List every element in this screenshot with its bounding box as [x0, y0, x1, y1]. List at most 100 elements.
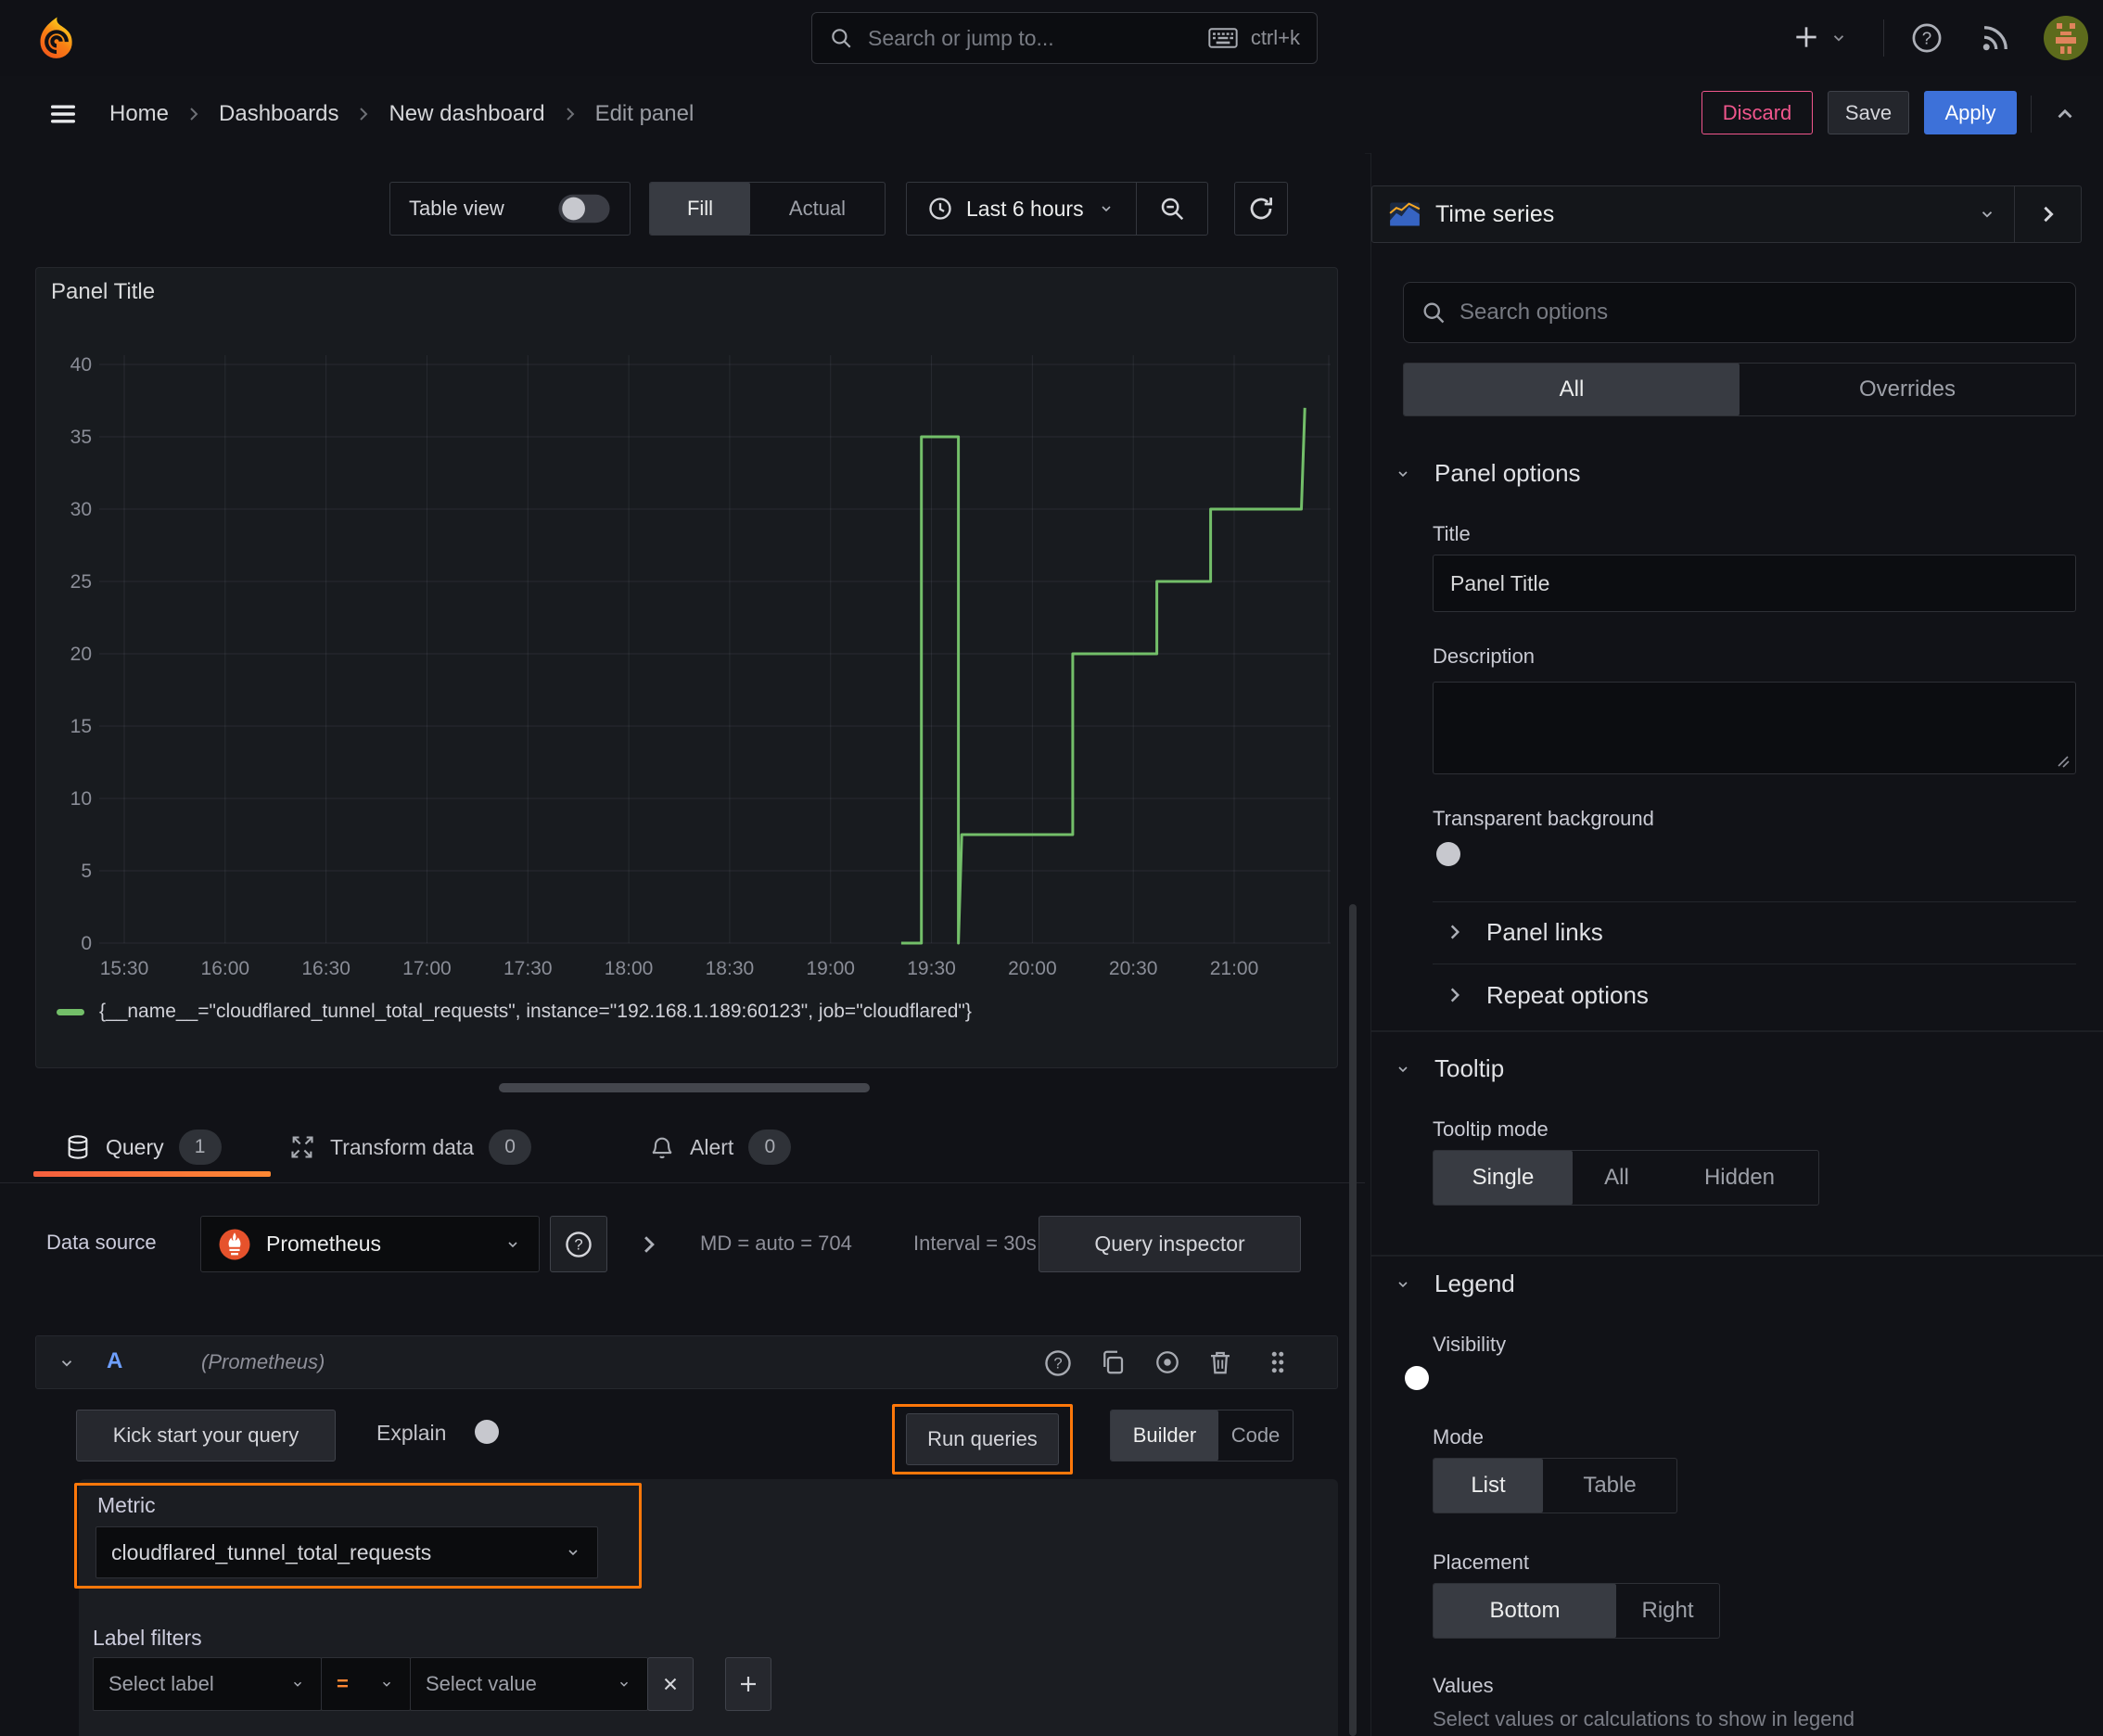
select-value-dropdown[interactable]: Select value	[410, 1657, 648, 1711]
legend-heading: Legend	[1434, 1270, 1515, 1297]
time-range-picker[interactable]: Last 6 hours	[907, 183, 1136, 235]
help-icon[interactable]: ?	[1910, 21, 1944, 55]
grafana-logo-icon[interactable]	[33, 14, 80, 62]
tab-overrides[interactable]: Overrides	[1740, 364, 2075, 415]
legend-bottom-option[interactable]: Bottom	[1434, 1584, 1616, 1638]
svg-text:5: 5	[81, 861, 92, 882]
legend-list-option[interactable]: List	[1434, 1459, 1543, 1513]
user-avatar[interactable]	[2044, 16, 2088, 60]
max-datapoints-info: MD = auto = 704	[700, 1232, 852, 1255]
panel-title-field[interactable]	[1433, 555, 2076, 612]
svg-text:20: 20	[70, 644, 92, 665]
query-help-icon[interactable]: ?	[1043, 1348, 1073, 1378]
svg-text:18:30: 18:30	[706, 958, 755, 979]
splitter-drag-handle[interactable]	[499, 1083, 870, 1092]
add-new-chevron-down-icon[interactable]	[1829, 30, 1849, 46]
options-sidebar: Time series All Overrides Panel options …	[1370, 153, 2103, 1736]
collapse-chevron-up-icon[interactable]	[2051, 102, 2079, 126]
builder-option[interactable]: Builder	[1111, 1410, 1218, 1461]
metric-select[interactable]: cloudflared_tunnel_total_requests	[96, 1526, 598, 1578]
legend-mode-switch: List Table	[1433, 1458, 1677, 1513]
svg-text:25: 25	[70, 571, 92, 593]
query-row-header[interactable]: A (Prometheus) ?	[35, 1335, 1338, 1389]
drag-handle-grip-icon[interactable]	[1264, 1348, 1292, 1376]
table-view-toggle[interactable]	[558, 194, 610, 223]
legend-mode-label: Mode	[1433, 1425, 1485, 1449]
keyboard-icon	[1208, 28, 1238, 48]
repeat-options-section[interactable]: Repeat options	[1447, 975, 1649, 1015]
tab-transform[interactable]: Transform data 0	[289, 1117, 532, 1177]
collapse-sidebar-button[interactable]	[2015, 185, 2082, 243]
tab-alert[interactable]: Alert 0	[649, 1117, 792, 1177]
tooltip-header[interactable]: Tooltip	[1394, 1054, 1504, 1083]
tooltip-single-option[interactable]: Single	[1434, 1151, 1573, 1205]
chevron-down-icon	[1097, 201, 1115, 216]
legend-right-option[interactable]: Right	[1616, 1584, 1719, 1638]
code-option[interactable]: Code	[1218, 1410, 1293, 1461]
breadcrumb-home[interactable]: Home	[109, 101, 169, 127]
tooltip-mode-label: Tooltip mode	[1433, 1117, 1549, 1141]
delete-query-trash-icon[interactable]	[1206, 1348, 1234, 1376]
collapse-chevron-down-icon[interactable]	[57, 1355, 77, 1372]
resize-handle-icon[interactable]	[2055, 753, 2070, 768]
query-controls-row: Kick start your query Explain Run querie…	[0, 1404, 1365, 1474]
run-queries-highlight: Run queries	[892, 1404, 1073, 1474]
global-search[interactable]: ctrl+k	[811, 12, 1318, 64]
zoom-out-button[interactable]	[1137, 183, 1207, 235]
viz-picker[interactable]: Time series	[1371, 185, 2015, 243]
datasource-row: Data source Prometheus ? MD = auto = 704…	[0, 1216, 1365, 1272]
tooltip-all-option[interactable]: All	[1573, 1151, 1661, 1205]
builder-code-switch: Builder Code	[1110, 1410, 1294, 1462]
add-filter-button[interactable]	[725, 1657, 771, 1711]
breadcrumb-dashboards[interactable]: Dashboards	[219, 101, 338, 127]
tab-query[interactable]: Query 1	[65, 1117, 222, 1177]
options-search-input[interactable]	[1459, 283, 2058, 342]
toggle-visibility-eye-icon[interactable]	[1153, 1348, 1181, 1376]
topnav-divider	[1883, 19, 1884, 57]
select-label-dropdown[interactable]: Select label	[93, 1657, 322, 1711]
save-button[interactable]: Save	[1828, 91, 1909, 134]
panel-options-heading: Panel options	[1434, 459, 1581, 487]
duplicate-query-icon[interactable]	[1099, 1348, 1127, 1376]
legend-series-label[interactable]: {__name__="cloudflared_tunnel_total_requ…	[99, 1001, 972, 1023]
svg-text:19:30: 19:30	[907, 958, 956, 979]
panel-options-header[interactable]: Panel options	[1394, 459, 1581, 488]
breadcrumb-sep-icon	[564, 105, 577, 123]
fill-option[interactable]: Fill	[650, 183, 750, 235]
actual-option[interactable]: Actual	[750, 183, 885, 235]
interval-info: Interval = 30s	[913, 1232, 1037, 1255]
options-search[interactable]	[1403, 282, 2076, 343]
legend-table-option[interactable]: Table	[1543, 1459, 1676, 1513]
metric-value: cloudflared_tunnel_total_requests	[111, 1539, 432, 1564]
legend-header[interactable]: Legend	[1394, 1270, 1515, 1298]
panel-title-input[interactable]	[1434, 555, 2075, 611]
chart-legend[interactable]: {__name__="cloudflared_tunnel_total_requ…	[57, 1001, 972, 1023]
apply-button[interactable]: Apply	[1924, 91, 2017, 134]
operator-dropdown[interactable]: =	[321, 1657, 411, 1711]
panel-preview[interactable]: Panel Title 0 5 10 15 20 25 30 35 40 15:30 16:00 16…	[35, 267, 1338, 1068]
menu-icon[interactable]	[46, 98, 80, 130]
search-input[interactable]	[866, 24, 1195, 52]
chevron-down-icon	[1394, 1062, 1412, 1077]
datasource-help-button[interactable]: ?	[550, 1216, 607, 1272]
refresh-button[interactable]	[1233, 182, 1288, 236]
expand-chevron-right-icon[interactable]	[640, 1232, 658, 1257]
tab-all[interactable]: All	[1404, 364, 1740, 415]
scrollbar-thumb[interactable]	[1349, 904, 1357, 1736]
datasource-picker[interactable]: Prometheus	[200, 1216, 540, 1272]
datasource-name: Prometheus	[266, 1232, 382, 1256]
time-series-chart[interactable]: 0 5 10 15 20 25 30 35 40 15:30 16:00 16:30 17:00 17:3…	[44, 342, 1332, 991]
remove-filter-button[interactable]	[647, 1657, 694, 1711]
add-new-icon[interactable]	[1791, 22, 1821, 52]
query-inspector-button[interactable]: Query inspector	[1039, 1216, 1301, 1272]
panel-links-section[interactable]: Panel links	[1447, 912, 1603, 952]
discard-button[interactable]: Discard	[1702, 91, 1813, 134]
breadcrumb-new-dashboard[interactable]: New dashboard	[389, 101, 544, 127]
news-rss-icon[interactable]	[1979, 21, 2012, 55]
description-textarea[interactable]	[1433, 682, 2076, 774]
run-queries-button[interactable]: Run queries	[906, 1413, 1059, 1465]
kickstart-query-button[interactable]: Kick start your query	[76, 1410, 336, 1462]
editor-tabs: Query 1 Transform data 0 Alert 0	[0, 1117, 1365, 1183]
time-series-viz-icon	[1389, 201, 1421, 227]
tooltip-hidden-option[interactable]: Hidden	[1661, 1151, 1818, 1205]
